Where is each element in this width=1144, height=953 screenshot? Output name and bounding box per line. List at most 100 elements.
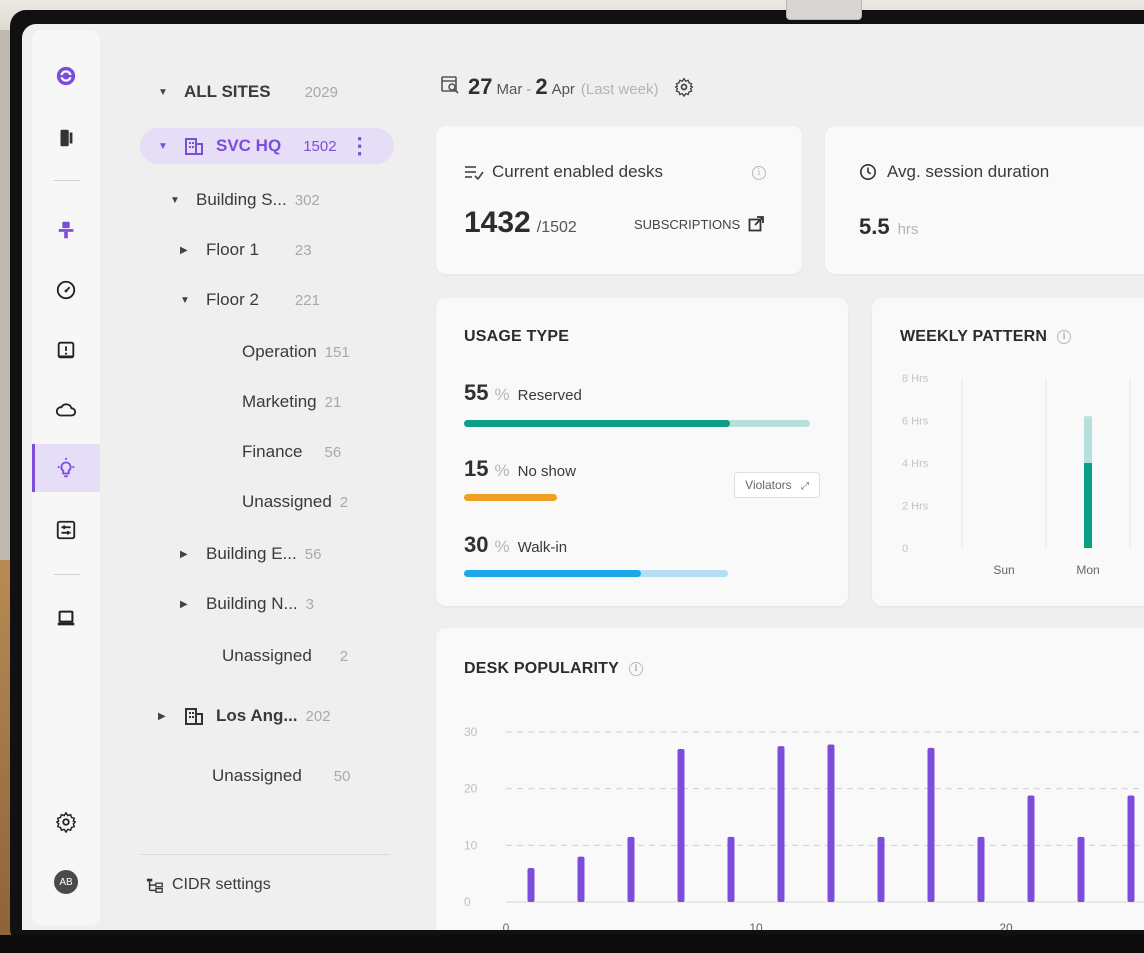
- popularity-bar: [527, 868, 535, 902]
- x-tick-label: 0: [503, 921, 510, 930]
- enabled-desks-value: 1432 /1502: [464, 206, 577, 239]
- icon-rail: AB: [32, 30, 100, 925]
- subscriptions-link[interactable]: SUBSCRIPTIONS: [634, 216, 765, 232]
- more-options-icon[interactable]: ⋮: [349, 135, 371, 157]
- tree-item-building-n[interactable]: ▶ Building N... 3: [180, 586, 314, 622]
- popularity-bar: [777, 746, 785, 902]
- y-tick-label: 10: [464, 838, 478, 852]
- popularity-bar: [1127, 795, 1135, 902]
- caret-right-icon: ▶: [180, 548, 188, 560]
- caret-down-icon: ▼: [170, 194, 180, 206]
- tree-item-floor-2[interactable]: ▼ Floor 2 221: [180, 282, 320, 318]
- tree-footer-divider: [140, 854, 390, 855]
- tree-item-los-angeles[interactable]: ▶ Los Ang... 202: [158, 698, 331, 734]
- usage-row-reserved: 55% Reserved: [464, 380, 582, 405]
- popularity-bar: [977, 836, 985, 902]
- monitor-bottom-edge: [0, 935, 1144, 953]
- tree-item-floor-1[interactable]: ▶ Floor 1 23: [180, 232, 312, 268]
- y-tick-label: 6 Hrs: [902, 416, 929, 428]
- walk-in-bar-track: [464, 570, 728, 577]
- tree-item-finance[interactable]: Finance 56: [242, 434, 341, 470]
- webcam: [786, 0, 862, 20]
- popularity-bar: [627, 836, 635, 902]
- logo-icon[interactable]: [32, 52, 100, 100]
- alert-icon[interactable]: [32, 326, 100, 374]
- session-value: 5.5 hrs: [859, 214, 919, 239]
- door-icon[interactable]: [32, 114, 100, 162]
- rail-divider: [54, 180, 80, 181]
- caret-down-icon: ▼: [158, 86, 168, 98]
- tree-item-building-s[interactable]: ▼ Building S... 302: [170, 182, 320, 218]
- tree-item-marketing[interactable]: Marketing 21: [242, 384, 341, 420]
- desk-popularity-chart: 30 20 10 0 0 10 20: [464, 725, 1144, 930]
- y-tick-label: 2 Hrs: [902, 501, 929, 513]
- enabled-desks-card: Current enabled desks i 1432 /1502 SUBSC…: [436, 126, 802, 274]
- desk-popularity-card: DESK POPULARITY i 30 20 10 0 0 10 20: [436, 628, 1144, 930]
- caret-down-icon: ▼: [180, 294, 190, 306]
- tree-item-building-e[interactable]: ▶ Building E... 56: [180, 536, 321, 572]
- y-tick-label: 0: [464, 895, 471, 909]
- session-duration-card: Avg. session duration 5.5 hrs: [825, 126, 1144, 274]
- date-range-picker[interactable]: 27 Mar - 2 Apr (Last week): [440, 74, 694, 100]
- popularity-bar: [577, 856, 585, 902]
- y-tick-label: 20: [464, 782, 478, 796]
- calendar-search-icon: [441, 76, 459, 94]
- popularity-bar: [827, 744, 835, 902]
- gear-icon[interactable]: [32, 798, 100, 846]
- weekly-pattern-card: WEEKLY PATTERN i 8 Hrs 6 Hrs 4 Hrs 2 Hrs 0 Su…: [872, 298, 1144, 606]
- y-tick-label: 30: [464, 725, 478, 739]
- main-content: 27 Mar - 2 Apr (Last week) Current enabl…: [428, 24, 1144, 930]
- user-avatar-button[interactable]: AB: [32, 858, 100, 906]
- reserved-bar-track: [464, 420, 810, 427]
- no-show-bar-fill: [464, 494, 558, 501]
- y-tick-label: 8 Hrs: [902, 373, 929, 385]
- y-tick-label: 4 Hrs: [902, 458, 929, 470]
- expand-icon: ⤢: [801, 481, 809, 492]
- cloud-icon[interactable]: [32, 386, 100, 434]
- popularity-bar: [877, 836, 885, 902]
- speedometer-icon[interactable]: [32, 266, 100, 314]
- clock-icon: [859, 163, 877, 181]
- popularity-bar: [727, 836, 735, 902]
- rail-divider: [54, 574, 80, 575]
- reserved-bar-fill: [464, 420, 731, 427]
- y-tick-label: 0: [902, 543, 908, 555]
- usage-type-title: USAGE TYPE: [464, 328, 570, 345]
- tree-item-all-sites[interactable]: ▼ ALL SITES 2029: [158, 74, 338, 110]
- laptop-icon[interactable]: [32, 594, 100, 642]
- sliders-icon[interactable]: [32, 506, 100, 554]
- building-icon: [185, 138, 203, 155]
- tree-item-svc-hq[interactable]: ▼ SVC HQ 1502 ⋮: [140, 128, 394, 164]
- avatar: AB: [54, 870, 78, 894]
- cidr-settings-link[interactable]: CIDR settings: [146, 876, 271, 894]
- x-tick-label: Mon: [1076, 563, 1099, 577]
- external-link-icon: [748, 216, 765, 232]
- tree-item-operation[interactable]: Operation 151: [242, 334, 350, 370]
- caret-right-icon: ▶: [180, 244, 188, 256]
- caret-right-icon: ▶: [180, 598, 188, 610]
- tree-item-unassigned-site[interactable]: Unassigned 2: [222, 638, 348, 674]
- popularity-bar: [677, 749, 685, 902]
- caret-down-icon: ▼: [158, 140, 168, 152]
- weekly-bar-upper: [1084, 416, 1092, 463]
- popularity-bar: [927, 747, 935, 902]
- list-check-icon: [465, 166, 484, 180]
- gear-icon[interactable]: [674, 77, 694, 97]
- building-icon: [185, 708, 203, 725]
- x-tick-label: 10: [749, 921, 763, 930]
- x-tick-label: 20: [999, 921, 1013, 930]
- podium-icon[interactable]: [32, 206, 100, 254]
- usage-type-card: USAGE TYPE 55% Reserved 15% No show Violat…: [436, 298, 848, 606]
- usage-row-walk-in: 30% Walk-in: [464, 532, 568, 557]
- tree-item-unassigned-floor[interactable]: Unassigned 2: [242, 484, 348, 520]
- walk-in-bar-fill: [464, 570, 641, 577]
- hierarchy-icon: [146, 878, 163, 893]
- info-icon[interactable]: i: [752, 166, 766, 180]
- popularity-bar: [1027, 795, 1035, 902]
- app-screen: AB ▼ ALL SITES 2029 ▼ SVC HQ 1502 ⋮ ▼ Bu…: [22, 24, 1144, 930]
- violators-button[interactable]: Violators ⤢: [734, 472, 820, 498]
- lightbulb-icon[interactable]: [32, 444, 100, 492]
- tree-item-unassigned-all[interactable]: Unassigned 50: [212, 758, 350, 794]
- weekly-bar-lower: [1084, 463, 1092, 548]
- x-tick-label: Sun: [993, 563, 1014, 577]
